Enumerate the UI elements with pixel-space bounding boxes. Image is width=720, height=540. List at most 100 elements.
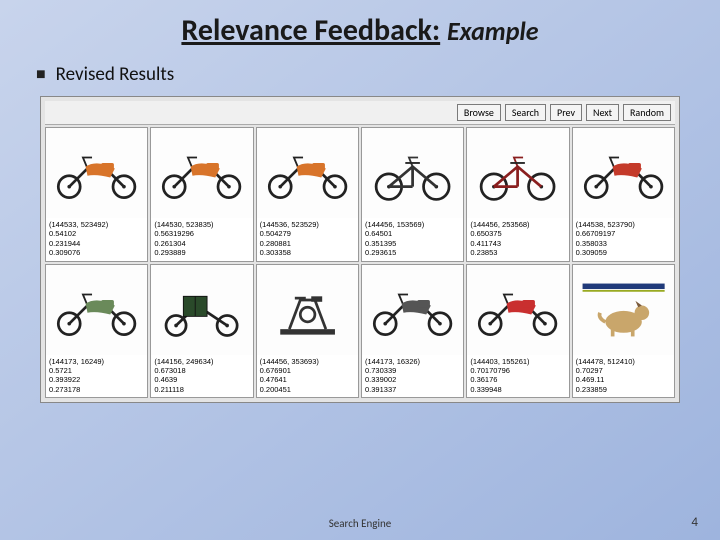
result-meta-line: 0.261304 — [154, 239, 249, 248]
result-meta-line: 0.56319296 — [154, 229, 249, 238]
dirtbike-thumbnail — [151, 128, 252, 218]
result-cell[interactable]: (144173, 16326)0.7303390.3390020.391337 — [361, 264, 464, 399]
result-meta: (144530, 523835)0.563192960.2613040.2938… — [151, 218, 252, 261]
result-meta-line: 0.293889 — [154, 248, 249, 257]
result-cell[interactable]: (144403, 155261)0.701707960.361760.33994… — [466, 264, 569, 399]
result-cell[interactable]: (144173, 16249)0.57210.3939220.273178 — [45, 264, 148, 399]
result-cell[interactable]: (144533, 523492)0.541020.2319440.309076 — [45, 127, 148, 262]
result-meta-line: 0.411743 — [470, 239, 565, 248]
subtitle-row: ■ Revised Results — [36, 63, 690, 86]
result-meta-line: 0.23853 — [470, 248, 565, 257]
toolbar: Browse Search Prev Next Random — [45, 101, 675, 125]
result-meta-line: 0.4639 — [154, 375, 249, 384]
result-meta-line: 0.351395 — [365, 239, 460, 248]
result-meta-line: 0.36176 — [470, 375, 565, 384]
result-meta-line: 0.211118 — [154, 385, 249, 394]
result-meta-line: 0.469.11 — [576, 375, 671, 384]
result-meta-line: 0.280881 — [260, 239, 355, 248]
slide-title: Relevance Feedback: Example — [30, 12, 690, 49]
result-meta-line: (144456, 253568) — [470, 220, 565, 229]
result-meta: (144478, 512410)0.702970.469.110.233859 — [573, 355, 674, 398]
result-meta-line: 0.730339 — [365, 366, 460, 375]
browse-button[interactable]: Browse — [457, 104, 501, 121]
result-meta: (144456, 353693)0.6769010.476410.200451 — [257, 355, 358, 398]
result-cell[interactable]: (144456, 353693)0.6769010.476410.200451 — [256, 264, 359, 399]
result-meta: (144173, 16326)0.7303390.3390020.391337 — [362, 355, 463, 398]
search-button[interactable]: Search — [505, 104, 546, 121]
result-cell[interactable]: (144456, 253568)0.6503750.4117430.23853 — [466, 127, 569, 262]
result-meta-line: (144533, 523492) — [49, 220, 144, 229]
result-cell[interactable]: (144538, 523790)0.667091970.3580330.3090… — [572, 127, 675, 262]
title-main: Relevance Feedback: — [181, 12, 440, 49]
result-meta-line: 0.70297 — [576, 366, 671, 375]
result-cell[interactable]: (144456, 153569)0.645010.3513950.293615 — [361, 127, 464, 262]
result-meta-line: 0.391337 — [365, 385, 460, 394]
dirtbike-thumbnail — [573, 128, 674, 218]
result-cell[interactable]: (144156, 249634)0.6730180.46390.211118 — [150, 264, 253, 399]
result-cell[interactable]: (144478, 512410)0.702970.469.110.233859 — [572, 264, 675, 399]
dirtbike-thumbnail — [257, 128, 358, 218]
result-meta-line: 0.309059 — [576, 248, 671, 257]
result-meta-line: 0.339002 — [365, 375, 460, 384]
result-meta-line: 0.64501 — [365, 229, 460, 238]
dog-thumbnail — [573, 265, 674, 355]
result-meta-line: 0.233859 — [576, 385, 671, 394]
title-sub: Example — [447, 15, 539, 47]
result-meta-line: (144538, 523790) — [576, 220, 671, 229]
result-meta-line: (144530, 523835) — [154, 220, 249, 229]
cargo-thumbnail — [151, 265, 252, 355]
result-meta-line: (144478, 512410) — [576, 357, 671, 366]
result-meta: (144533, 523492)0.541020.2319440.309076 — [46, 218, 147, 261]
result-meta-line: 0.673018 — [154, 366, 249, 375]
result-meta-line: 0.293615 — [365, 248, 460, 257]
result-cell[interactable]: (144536, 523529)0.5042790.2808810.303358 — [256, 127, 359, 262]
result-cell[interactable]: (144530, 523835)0.563192960.2613040.2938… — [150, 127, 253, 262]
result-meta-line: 0.650375 — [470, 229, 565, 238]
result-meta: (144456, 153569)0.645010.3513950.293615 — [362, 218, 463, 261]
result-meta-line: 0.393922 — [49, 375, 144, 384]
dirtbike-thumbnail — [467, 265, 568, 355]
result-meta-line: 0.70170796 — [470, 366, 565, 375]
result-meta-line: (144173, 16249) — [49, 357, 144, 366]
result-meta-line: (144173, 16326) — [365, 357, 460, 366]
result-meta-line: (144456, 153569) — [365, 220, 460, 229]
result-meta-line: (144403, 155261) — [470, 357, 565, 366]
footer-page-number: 4 — [691, 515, 698, 530]
dirtbike-thumbnail — [46, 128, 147, 218]
result-meta-line: 0.358033 — [576, 239, 671, 248]
result-meta: (144173, 16249)0.57210.3939220.273178 — [46, 355, 147, 398]
footer-center: Search Engine — [0, 517, 720, 530]
result-meta-line: 0.200451 — [260, 385, 355, 394]
result-meta: (144456, 253568)0.6503750.4117430.23853 — [467, 218, 568, 261]
result-meta-line: 0.309076 — [49, 248, 144, 257]
result-meta: (144538, 523790)0.667091970.3580330.3090… — [573, 218, 674, 261]
result-meta-line: (144536, 523529) — [260, 220, 355, 229]
result-meta: (144536, 523529)0.5042790.2808810.303358 — [257, 218, 358, 261]
prev-button[interactable]: Prev — [550, 104, 582, 121]
result-meta: (144403, 155261)0.701707960.361760.33994… — [467, 355, 568, 398]
random-button[interactable]: Random — [623, 104, 671, 121]
results-grid: (144533, 523492)0.541020.2319440.309076 … — [45, 127, 675, 398]
result-meta: (144156, 249634)0.6730180.46390.211118 — [151, 355, 252, 398]
result-meta-line: 0.47641 — [260, 375, 355, 384]
result-meta-line: 0.231944 — [49, 239, 144, 248]
result-meta-line: (144156, 249634) — [154, 357, 249, 366]
result-meta-line: 0.66709197 — [576, 229, 671, 238]
subtitle-text: Revised Results — [56, 63, 174, 86]
result-meta-line: 0.54102 — [49, 229, 144, 238]
result-meta-line: 0.303358 — [260, 248, 355, 257]
exercise-thumbnail — [257, 265, 358, 355]
next-button[interactable]: Next — [586, 104, 619, 121]
results-panel: Browse Search Prev Next Random (144533, … — [40, 96, 680, 403]
bmx-thumbnail — [362, 128, 463, 218]
bullet-icon: ■ — [36, 65, 46, 84]
result-meta-line: 0.504279 — [260, 229, 355, 238]
moto-thumbnail — [362, 265, 463, 355]
result-meta-line: 0.676901 — [260, 366, 355, 375]
result-meta-line: 0.339948 — [470, 385, 565, 394]
result-meta-line: 0.273178 — [49, 385, 144, 394]
moto-thumbnail — [46, 265, 147, 355]
result-meta-line: 0.5721 — [49, 366, 144, 375]
result-meta-line: (144456, 353693) — [260, 357, 355, 366]
bmx-thumbnail — [467, 128, 568, 218]
